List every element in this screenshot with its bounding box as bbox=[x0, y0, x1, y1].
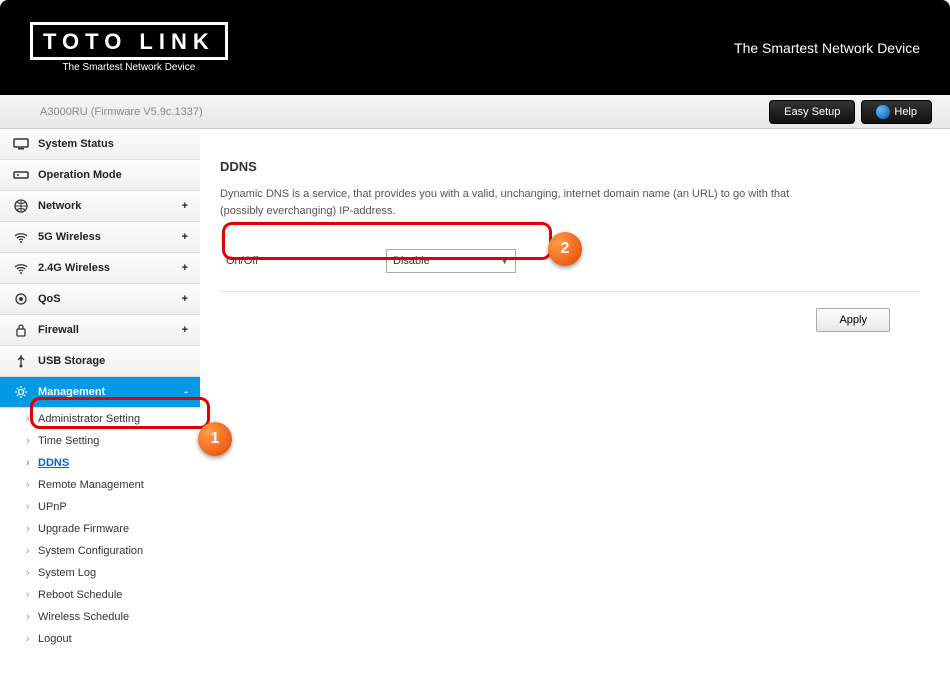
sidebar-sub-time-setting[interactable]: Time Setting bbox=[0, 430, 200, 452]
monitor-icon bbox=[12, 137, 30, 151]
lock-icon bbox=[12, 323, 30, 337]
help-icon bbox=[876, 105, 890, 119]
expand-icon: + bbox=[182, 324, 188, 336]
sidebar-item-label: Network bbox=[38, 200, 81, 212]
sidebar: System Status Operation Mode Network + 5… bbox=[0, 129, 200, 650]
help-button[interactable]: Help bbox=[861, 100, 932, 124]
header-bar: TOTO LINK The Smartest Network Device Th… bbox=[0, 0, 950, 95]
annotation-badge-2: 2 bbox=[548, 232, 582, 266]
wifi-icon bbox=[12, 261, 30, 275]
usb-icon bbox=[12, 354, 30, 368]
easy-setup-button[interactable]: Easy Setup bbox=[769, 100, 855, 124]
chevron-down-icon: ▼ bbox=[500, 256, 509, 266]
sidebar-sub-reboot-schedule[interactable]: Reboot Schedule bbox=[0, 584, 200, 606]
logo-subtitle: The Smartest Network Device bbox=[30, 62, 228, 73]
qos-icon bbox=[12, 292, 30, 306]
sidebar-sub-logout[interactable]: Logout bbox=[0, 628, 200, 650]
sidebar-item-system-status[interactable]: System Status bbox=[0, 129, 200, 160]
expand-icon: + bbox=[182, 200, 188, 212]
sidebar-item-label: System Status bbox=[38, 138, 114, 150]
sidebar-item-label: 2.4G Wireless bbox=[38, 262, 110, 274]
main-content: DDNS Dynamic DNS is a service, that prov… bbox=[200, 129, 950, 650]
wifi-icon bbox=[12, 230, 30, 244]
sidebar-item-management[interactable]: Management - bbox=[0, 377, 200, 408]
sidebar-item-operation-mode[interactable]: Operation Mode bbox=[0, 160, 200, 191]
sidebar-sub-upgrade-firmware[interactable]: Upgrade Firmware bbox=[0, 518, 200, 540]
onoff-value: Disable bbox=[393, 255, 430, 267]
info-bar: A3000RU (Firmware V5.9c.1337) Easy Setup… bbox=[0, 95, 950, 129]
page-title: DDNS bbox=[220, 159, 920, 174]
mode-icon bbox=[12, 168, 30, 182]
sidebar-item-label: Firewall bbox=[38, 324, 79, 336]
sidebar-item-qos[interactable]: QoS + bbox=[0, 284, 200, 315]
sidebar-sub-system-log[interactable]: System Log bbox=[0, 562, 200, 584]
sidebar-item-label: QoS bbox=[38, 293, 61, 305]
tagline: The Smartest Network Device bbox=[734, 40, 920, 56]
help-label: Help bbox=[894, 106, 917, 118]
sidebar-item-network[interactable]: Network + bbox=[0, 191, 200, 222]
sidebar-sub-ddns[interactable]: DDNS bbox=[0, 452, 200, 474]
logo-text: TOTO LINK bbox=[43, 29, 215, 55]
logo: TOTO LINK The Smartest Network Device bbox=[30, 22, 228, 73]
sidebar-item-usb-storage[interactable]: USB Storage bbox=[0, 346, 200, 377]
sidebar-item-24g-wireless[interactable]: 2.4G Wireless + bbox=[0, 253, 200, 284]
onoff-label: On/Off bbox=[226, 255, 386, 267]
apply-button[interactable]: Apply bbox=[816, 308, 890, 332]
sidebar-sub-wireless-schedule[interactable]: Wireless Schedule bbox=[0, 606, 200, 628]
page-description: Dynamic DNS is a service, that provides … bbox=[220, 186, 820, 219]
sidebar-sub-administrator-setting[interactable]: Administrator Setting bbox=[0, 408, 200, 430]
sidebar-sub-system-configuration[interactable]: System Configuration bbox=[0, 540, 200, 562]
expand-icon: + bbox=[182, 231, 188, 243]
sidebar-item-firewall[interactable]: Firewall + bbox=[0, 315, 200, 346]
sidebar-sub-upnp[interactable]: UPnP bbox=[0, 496, 200, 518]
annotation-badge-1: 1 bbox=[198, 422, 232, 456]
device-info: A3000RU (Firmware V5.9c.1337) bbox=[40, 106, 203, 118]
collapse-icon: - bbox=[184, 386, 188, 398]
expand-icon: + bbox=[182, 262, 188, 274]
sidebar-item-label: Operation Mode bbox=[38, 169, 122, 181]
sidebar-item-label: 5G Wireless bbox=[38, 231, 101, 243]
onoff-select[interactable]: Disable ▼ bbox=[386, 249, 516, 273]
globe-icon bbox=[12, 199, 30, 213]
gear-icon bbox=[12, 385, 30, 399]
sidebar-item-5g-wireless[interactable]: 5G Wireless + bbox=[0, 222, 200, 253]
sidebar-item-label: Management bbox=[38, 386, 105, 398]
expand-icon: + bbox=[182, 293, 188, 305]
sidebar-sub-remote-management[interactable]: Remote Management bbox=[0, 474, 200, 496]
sidebar-item-label: USB Storage bbox=[38, 355, 105, 367]
